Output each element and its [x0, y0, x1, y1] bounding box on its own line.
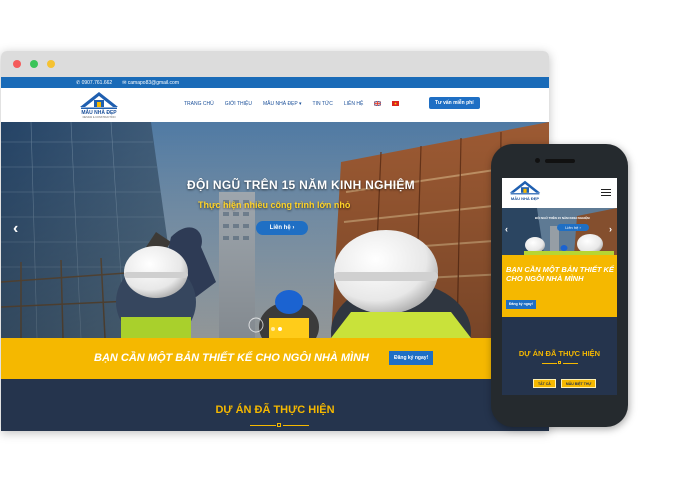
mobile-cta-banner-text: BẠN CẦN MỘT BẢN THIẾT KẾ CHO NGÔI NHÀ MÌ…: [506, 265, 614, 283]
mobile-logo-name: MẪU NHÀ ĐẸP: [510, 196, 540, 201]
vietnam-flag-icon[interactable]: [392, 101, 400, 106]
mobile-register-now-button[interactable]: Đăng ký ngay!: [506, 300, 536, 309]
mobile-header: MẪU NHÀ ĐẸP: [502, 178, 617, 208]
phone-number: 0907.761.662: [81, 79, 113, 86]
uk-flag-icon[interactable]: [374, 101, 382, 106]
divider-diamond-icon: [277, 423, 281, 427]
nav-item-about[interactable]: GIỚI THIỆU: [225, 101, 252, 107]
camera-icon: [535, 158, 540, 163]
mobile-hero-contact-button[interactable]: Liên hệ ›: [557, 224, 589, 231]
slider-prev-arrow-icon[interactable]: ‹: [13, 220, 18, 238]
hamburger-icon[interactable]: [601, 189, 611, 197]
house-logo-icon: [80, 92, 118, 109]
site-logo[interactable]: MẪU NHÀ ĐẸP DESIGN & CONSTRUCTION: [77, 91, 121, 119]
mobile-divider-diamond-icon: [558, 361, 561, 364]
mobile-hero-slider: ĐỘI NGŨ TRÊN 15 NĂM KINH NGHIỆM Liên hệ …: [502, 208, 617, 255]
maximize-dot-icon[interactable]: [47, 60, 55, 68]
nav-menu: TRANG CHỦ GIỚI THIỆU MẪU NHÀ ĐẸP ▾ TIN T…: [184, 101, 400, 107]
hero-title: ĐỘI NGŨ TRÊN 15 NĂM KINH NGHIỆM: [187, 178, 415, 192]
mobile-projects-section: DỰ ÁN ĐÃ THỰC HIỆN TẤT CẢ MẪU BIỆT THỰ: [502, 317, 617, 395]
hero-contact-label: Liên hệ: [269, 225, 291, 231]
mobile-cta-banner: BẠN CẦN MỘT BẢN THIẾT KẾ CHO NGÔI NHÀ MÌ…: [502, 255, 617, 317]
register-now-button[interactable]: Đăng ký ngay!: [389, 351, 434, 365]
mobile-phone-mockup: MẪU NHÀ ĐẸP ĐỘI NGŨ TRÊN 15 NĂM KINH NGH…: [491, 144, 628, 427]
free-consult-button[interactable]: Tư vấn miễn phí: [429, 97, 480, 109]
close-dot-icon[interactable]: [13, 60, 21, 68]
desktop-browser-mockup: ✆ 0907.761.662 ✉ camapo83@gmail.com MẪU …: [1, 51, 549, 431]
phone-contact[interactable]: ✆ 0907.761.662: [76, 80, 112, 86]
mail-icon: ✉: [122, 79, 127, 86]
mobile-logo[interactable]: MẪU NHÀ ĐẸP: [506, 180, 544, 206]
title-divider-right: [283, 425, 309, 426]
mobile-divider-right: [563, 363, 578, 364]
filter-tab-villas[interactable]: MẪU BIỆT THỰ: [560, 379, 597, 388]
contact-topbar: ✆ 0907.761.662 ✉ camapo83@gmail.com: [1, 77, 549, 88]
nav-item-contact[interactable]: LIÊN HỆ: [344, 101, 363, 107]
house-logo-icon: [509, 180, 541, 195]
minimize-dot-icon[interactable]: [30, 60, 38, 68]
mobile-slider-prev-icon[interactable]: ‹: [505, 224, 508, 234]
nav-item-news[interactable]: TIN TỨC: [313, 101, 333, 107]
hero-slider: ĐỘI NGŨ TRÊN 15 NĂM KINH NGHIỆM Thực hiệ…: [1, 122, 549, 338]
title-divider-left: [250, 425, 276, 426]
logo-tagline: DESIGN & CONSTRUCTION: [82, 116, 116, 119]
hero-contact-button[interactable]: Liên hệ ›: [256, 221, 308, 235]
mobile-projects-title: DỰ ÁN ĐÃ THỰC HIỆN: [518, 349, 601, 358]
slider-dot[interactable]: [271, 327, 275, 331]
mobile-divider-left: [542, 363, 557, 364]
mobile-slider-next-icon[interactable]: ›: [609, 224, 612, 234]
nav-item-house-designs[interactable]: MẪU NHÀ ĐẸP ▾: [263, 101, 302, 107]
chevron-down-icon: ▾: [299, 101, 302, 107]
chevron-right-icon: ›: [292, 225, 295, 231]
projects-title: DỰ ÁN ĐÃ THỰC HIỆN: [215, 404, 335, 416]
phone-icon: ✆: [76, 79, 81, 86]
main-navbar: MẪU NHÀ ĐẸP DESIGN & CONSTRUCTION TRANG …: [1, 88, 549, 122]
nav-item-home[interactable]: TRANG CHỦ: [184, 101, 214, 107]
hero-subtitle: Thực hiện nhiều công trình lớn nhỏ: [198, 200, 351, 210]
browser-chrome: [1, 51, 549, 77]
email-contact[interactable]: ✉ camapo83@gmail.com: [122, 80, 179, 86]
speaker-grille: [545, 159, 575, 163]
mobile-screen: MẪU NHÀ ĐẸP ĐỘI NGŨ TRÊN 15 NĂM KINH NGH…: [502, 178, 617, 395]
cta-banner-text: BẠN CẦN MỘT BẢN THIẾT KẾ CHO NGÔI NHÀ MÌ…: [94, 352, 369, 364]
slider-dot-active[interactable]: [278, 327, 282, 331]
slider-dots: [271, 327, 282, 331]
filter-tab-all[interactable]: TẤT CẢ: [533, 379, 556, 388]
projects-section: DỰ ÁN ĐÃ THỰC HIỆN: [1, 379, 549, 431]
email-address: camapo83@gmail.com: [127, 79, 179, 86]
cta-banner: BẠN CẦN MỘT BẢN THIẾT KẾ CHO NGÔI NHÀ MÌ…: [1, 338, 549, 379]
mobile-hero-title: ĐỘI NGŨ TRÊN 15 NĂM KINH NGHIỆM: [535, 216, 590, 220]
nav-item-house-designs-label: MẪU NHÀ ĐẸP: [263, 101, 298, 107]
mobile-hero-contact-label: Liên hệ: [565, 225, 579, 230]
project-filter-tabs: TẤT CẢ MẪU BIỆT THỰ: [533, 379, 597, 388]
